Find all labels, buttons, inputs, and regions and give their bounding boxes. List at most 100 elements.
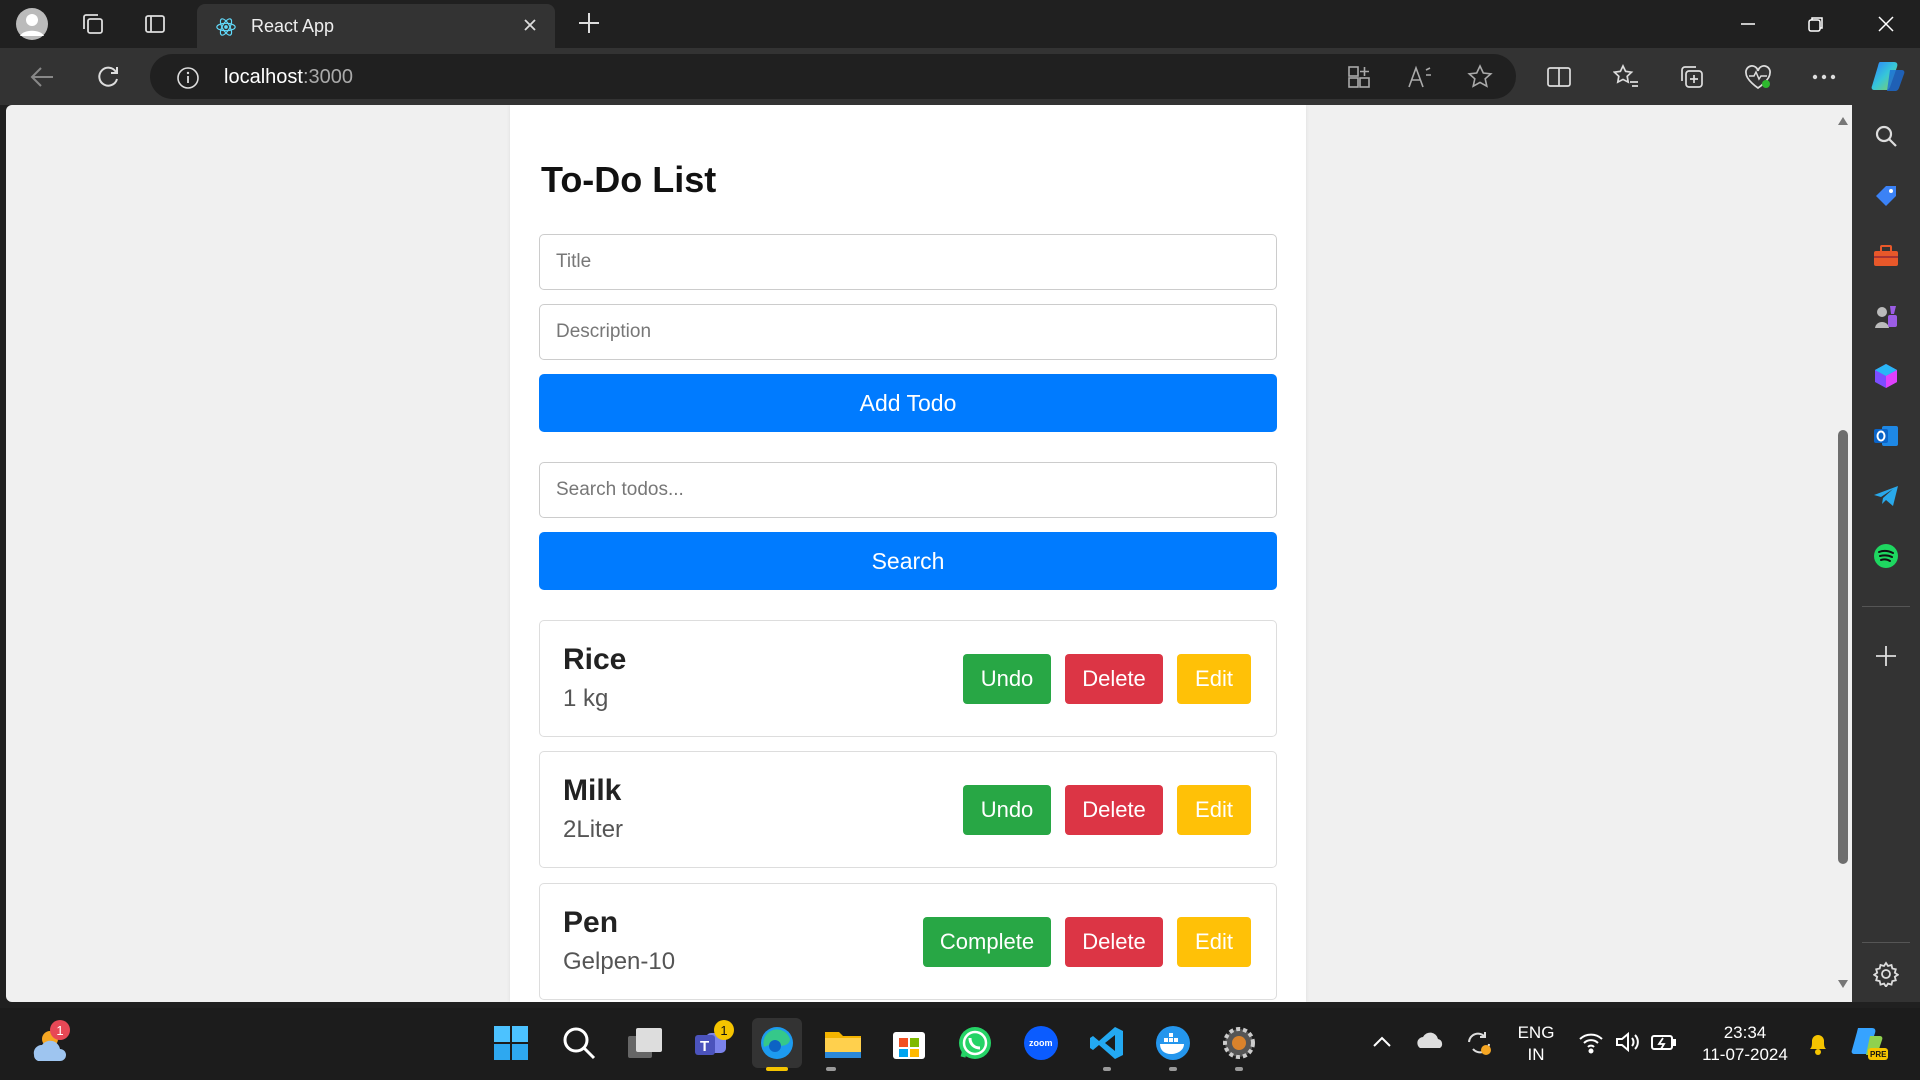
refresh-icon[interactable] (89, 58, 127, 96)
edit-button[interactable]: Edit (1177, 785, 1251, 835)
teams-badge: 1 (714, 1020, 734, 1040)
svg-text:T: T (700, 1038, 709, 1055)
edge-browser-icon[interactable] (752, 1018, 802, 1068)
tab-actions-icon[interactable] (137, 6, 173, 42)
search-input[interactable] (539, 462, 1277, 518)
vscode-icon[interactable] (1082, 1018, 1132, 1068)
title-input[interactable] (539, 234, 1277, 290)
running-app-indicator (1235, 1067, 1243, 1071)
page-viewport: To-Do List Add Todo Search Rice 1 kg Und… (6, 105, 1852, 1002)
scroll-up-icon[interactable] (1837, 116, 1849, 126)
telegram-icon[interactable] (1870, 480, 1902, 512)
search-button[interactable]: Search (539, 532, 1277, 590)
volume-icon[interactable] (1614, 1030, 1640, 1059)
svg-text:PRE: PRE (1870, 1050, 1887, 1059)
delete-button[interactable]: Delete (1065, 654, 1163, 704)
favorite-star-icon[interactable] (1465, 62, 1495, 92)
clock[interactable]: 23:34 11-07-2024 (1690, 1022, 1800, 1066)
microsoft-store-icon[interactable] (884, 1018, 934, 1068)
copilot-preview-icon[interactable]: PRE (1850, 1024, 1888, 1067)
docker-icon[interactable] (1148, 1018, 1198, 1068)
whatsapp-icon[interactable] (950, 1018, 1000, 1068)
complete-button[interactable]: Complete (923, 917, 1051, 967)
react-logo-icon (216, 18, 236, 36)
file-explorer-icon[interactable] (818, 1018, 868, 1068)
active-app-indicator (766, 1067, 788, 1071)
description-input[interactable] (539, 304, 1277, 360)
zoom-icon[interactable]: zoom (1016, 1018, 1066, 1068)
onedrive-icon[interactable] (1416, 1028, 1446, 1059)
running-app-indicator (1169, 1067, 1177, 1071)
todo-app-container: To-Do List Add Todo Search Rice 1 kg Und… (510, 105, 1306, 1002)
sidebar-divider (1862, 942, 1910, 943)
browser-tab-react-app[interactable]: React App (197, 4, 555, 48)
add-todo-button[interactable]: Add Todo (539, 374, 1277, 432)
collections-icon[interactable] (1677, 62, 1707, 92)
close-window-icon[interactable] (1856, 4, 1916, 44)
edit-button[interactable]: Edit (1177, 654, 1251, 704)
delete-button[interactable]: Delete (1065, 917, 1163, 967)
shopping-tag-icon[interactable] (1870, 180, 1902, 212)
games-icon[interactable] (1870, 300, 1902, 332)
battery-icon[interactable] (1650, 1030, 1678, 1059)
outlook-icon[interactable] (1870, 420, 1902, 452)
todo-description: 2Liter (563, 816, 624, 843)
todo-item: Pen Gelpen-10 Complete Delete Edit (539, 883, 1277, 1000)
running-app-indicator (826, 1067, 836, 1071)
profile-avatar-icon[interactable] (14, 6, 50, 42)
todo-title: Pen (563, 906, 619, 939)
microsoft-365-icon[interactable] (1870, 360, 1902, 392)
edit-button[interactable]: Edit (1177, 917, 1251, 967)
site-info-icon[interactable] (176, 66, 200, 90)
search-icon[interactable] (1870, 120, 1902, 152)
delete-button[interactable]: Delete (1065, 785, 1163, 835)
settings-app-icon[interactable] (1214, 1018, 1264, 1068)
add-sidebar-app-icon[interactable] (1870, 640, 1902, 672)
todo-description: Gelpen-10 (563, 948, 676, 975)
minimize-icon[interactable] (1718, 4, 1778, 44)
browser-essentials-icon[interactable] (1743, 62, 1773, 92)
date: 11-07-2024 (1702, 1045, 1788, 1064)
teams-icon[interactable]: T 1 (686, 1018, 736, 1068)
tools-icon[interactable] (1870, 240, 1902, 272)
todo-title: Rice (563, 643, 627, 676)
start-windows-icon[interactable] (486, 1018, 536, 1068)
close-tab-icon[interactable] (519, 14, 541, 36)
tab-title: React App (251, 16, 335, 36)
svg-text:zoom: zoom (1029, 1038, 1053, 1048)
scroll-down-icon[interactable] (1837, 979, 1849, 989)
settings-gear-icon[interactable] (1870, 958, 1902, 990)
more-menu-icon[interactable] (1809, 62, 1839, 92)
url-text: localhost:3000 (224, 66, 353, 88)
read-aloud-icon[interactable] (1405, 62, 1435, 92)
scrollbar-thumb[interactable] (1838, 430, 1848, 864)
running-app-indicator (1103, 1067, 1111, 1071)
undo-button[interactable]: Undo (963, 654, 1051, 704)
address-bar[interactable]: localhost:3000 (150, 54, 1516, 99)
copilot-icon[interactable] (1870, 58, 1906, 94)
wifi-icon[interactable] (1578, 1030, 1604, 1059)
task-view-icon[interactable] (620, 1018, 670, 1068)
app-available-icon[interactable] (1344, 62, 1374, 92)
todo-description: 1 kg (563, 685, 609, 712)
restore-icon[interactable] (1786, 4, 1846, 44)
split-screen-icon[interactable] (1544, 62, 1574, 92)
weather-badge: 1 (50, 1020, 70, 1040)
notification-bell-icon[interactable] (1806, 1030, 1830, 1061)
todo-item: Rice 1 kg Undo Delete Edit (539, 620, 1277, 737)
page-title: To-Do List (541, 159, 717, 200)
new-tab-icon[interactable] (574, 8, 604, 38)
back-icon[interactable] (23, 58, 61, 96)
undo-button[interactable]: Undo (963, 785, 1051, 835)
todo-item: Milk 2Liter Undo Delete Edit (539, 751, 1277, 868)
sync-status-icon[interactable] (1464, 1028, 1494, 1063)
workspaces-icon[interactable] (75, 6, 111, 42)
weather-widget-icon[interactable]: 1 (24, 1018, 74, 1068)
time: 23:34 (1723, 1023, 1767, 1042)
spotify-icon[interactable] (1870, 540, 1902, 572)
taskbar-search-icon[interactable] (554, 1018, 604, 1068)
show-hidden-icons-icon[interactable] (1370, 1030, 1394, 1059)
favorites-icon[interactable] (1611, 62, 1641, 92)
language-indicator[interactable]: ENG IN (1512, 1022, 1560, 1066)
sidebar-divider (1862, 606, 1910, 607)
